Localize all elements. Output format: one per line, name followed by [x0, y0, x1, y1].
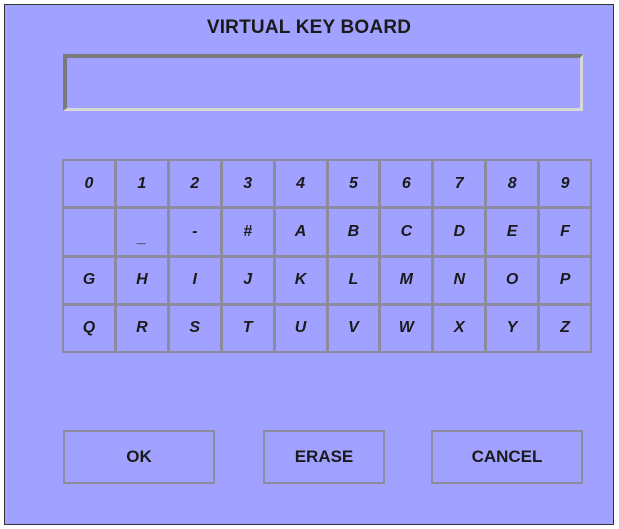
key-u[interactable]: U — [273, 303, 328, 353]
key-s[interactable]: S — [167, 303, 222, 353]
key-5[interactable]: 5 — [326, 159, 381, 209]
key-label: L — [348, 271, 359, 289]
key-label: 1 — [137, 174, 147, 192]
key-label: 3 — [243, 174, 253, 192]
key-label: F — [560, 222, 570, 240]
key-2[interactable]: 2 — [167, 159, 222, 209]
key-label: U — [294, 319, 307, 337]
key-w[interactable]: W — [379, 303, 434, 353]
key-d[interactable]: D — [432, 207, 487, 257]
key-m[interactable]: M — [379, 255, 434, 305]
key-label: 7 — [454, 174, 464, 192]
key-3[interactable]: 3 — [220, 159, 275, 209]
key-v[interactable]: V — [326, 303, 381, 353]
key-b[interactable]: B — [326, 207, 381, 257]
key-l[interactable]: L — [326, 255, 381, 305]
virtual-keyboard-dialog: VIRTUAL KEY BOARD 0 1 2 3 4 5 6 7 8 9 _ - # A B C D E F G H I… — [4, 4, 614, 525]
key-blank[interactable] — [62, 207, 116, 257]
key-label: I — [192, 271, 197, 289]
key-label: B — [347, 222, 360, 240]
ok-button[interactable]: OK — [63, 430, 215, 484]
key-label: T — [242, 319, 253, 337]
key-y[interactable]: Y — [485, 303, 540, 353]
key-label: Z — [560, 319, 570, 337]
key-label: D — [453, 222, 466, 240]
key-label: 2 — [190, 174, 200, 192]
erase-button[interactable]: ERASE — [263, 430, 385, 484]
key-e[interactable]: E — [485, 207, 540, 257]
key-o[interactable]: O — [485, 255, 540, 305]
key-underscore[interactable]: _ — [114, 207, 169, 257]
key-label: W — [398, 319, 414, 337]
key-4[interactable]: 4 — [273, 159, 328, 209]
key-x[interactable]: X — [432, 303, 487, 353]
key-label: A — [294, 222, 307, 240]
key-r[interactable]: R — [114, 303, 169, 353]
key-9[interactable]: 9 — [538, 159, 592, 209]
key-6[interactable]: 6 — [379, 159, 434, 209]
key-label: M — [399, 271, 413, 289]
key-i[interactable]: I — [167, 255, 222, 305]
cancel-button[interactable]: CANCEL — [431, 430, 583, 484]
key-j[interactable]: J — [220, 255, 275, 305]
key-label: Y — [506, 319, 518, 337]
key-1[interactable]: 1 — [114, 159, 169, 209]
key-label: 4 — [296, 174, 305, 192]
key-n[interactable]: N — [432, 255, 487, 305]
key-label: 0 — [84, 174, 94, 192]
key-label: # — [243, 222, 253, 240]
key-8[interactable]: 8 — [485, 159, 540, 209]
key-label: - — [192, 222, 198, 240]
key-g[interactable]: G — [62, 255, 116, 305]
key-label: 9 — [560, 174, 570, 192]
key-label: E — [506, 222, 518, 240]
key-label: X — [453, 319, 465, 337]
key-label: C — [400, 222, 413, 240]
key-k[interactable]: K — [273, 255, 328, 305]
key-label: J — [243, 271, 253, 289]
key-label: S — [189, 319, 201, 337]
key-dash[interactable]: - — [167, 207, 222, 257]
key-label: V — [348, 319, 359, 337]
text-display-field[interactable] — [63, 54, 583, 111]
key-label: P — [559, 271, 571, 289]
key-label: G — [82, 271, 96, 289]
key-label: 5 — [348, 174, 358, 192]
key-q[interactable]: Q — [62, 303, 116, 353]
key-label: H — [136, 271, 148, 289]
key-label: R — [136, 319, 148, 337]
key-a[interactable]: A — [273, 207, 328, 257]
key-label: 8 — [507, 174, 517, 192]
key-hash[interactable]: # — [220, 207, 275, 257]
key-z[interactable]: Z — [538, 303, 592, 353]
dialog-title: VIRTUAL KEY BOARD — [206, 17, 412, 38]
key-c[interactable]: C — [379, 207, 434, 257]
key-label: Q — [82, 319, 96, 337]
key-7[interactable]: 7 — [432, 159, 487, 209]
key-grid: 0 1 2 3 4 5 6 7 8 9 _ - # A B C D E F G H I J K L M N O P Q R S T U V W X Y Z — [62, 159, 592, 353]
key-label: N — [453, 271, 466, 289]
key-label: K — [294, 271, 307, 289]
key-h[interactable]: H — [114, 255, 169, 305]
key-label: _ — [137, 228, 147, 246]
key-f[interactable]: F — [538, 207, 592, 257]
key-label: O — [505, 271, 519, 289]
key-0[interactable]: 0 — [62, 159, 116, 209]
key-label: 6 — [401, 174, 411, 192]
key-t[interactable]: T — [220, 303, 275, 353]
key-p[interactable]: P — [538, 255, 592, 305]
